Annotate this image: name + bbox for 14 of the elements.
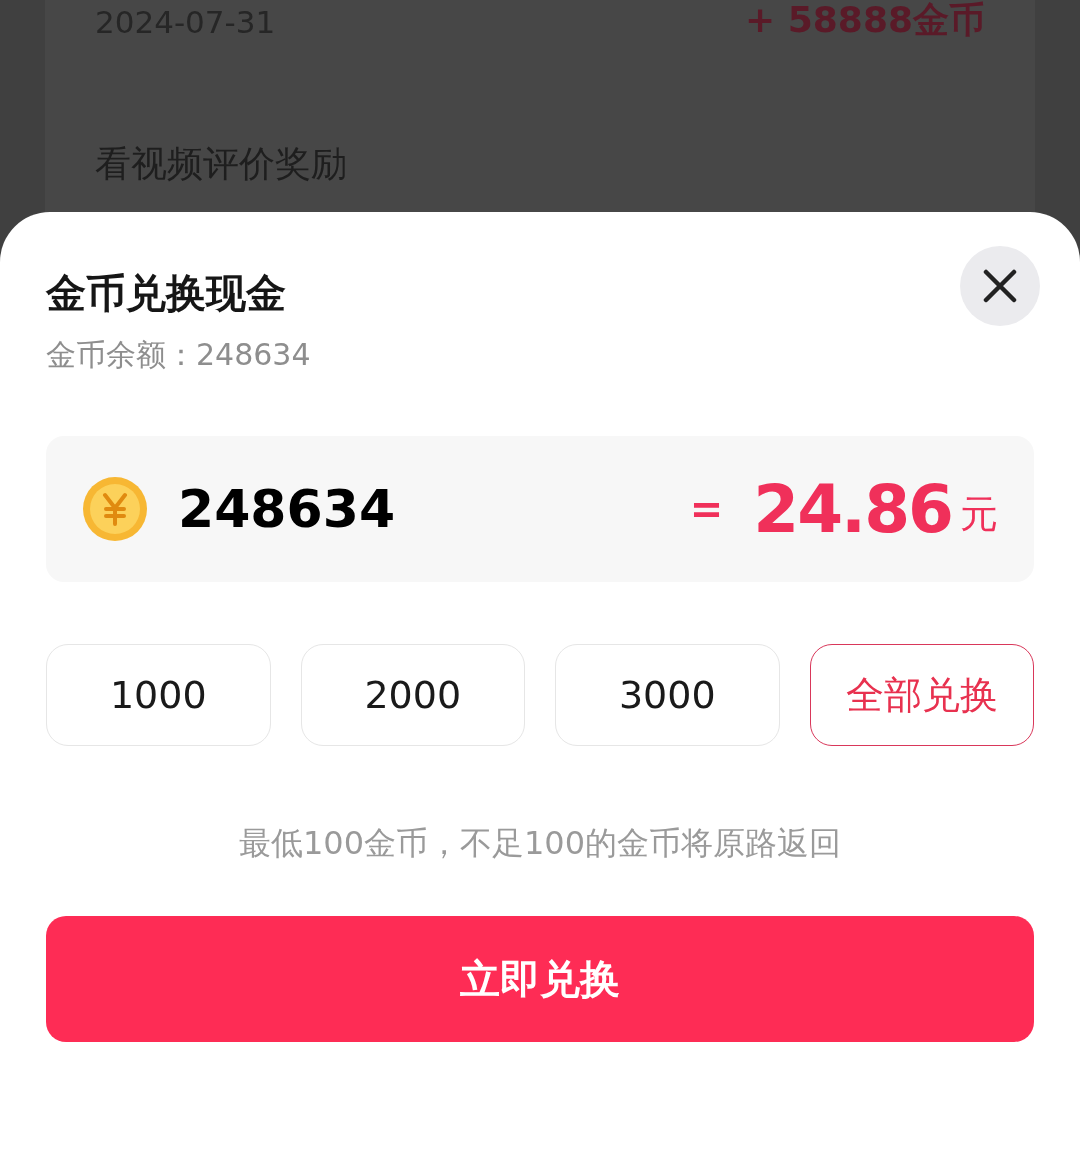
coin-icon (82, 476, 148, 542)
coin-amount: 248634 (178, 479, 396, 539)
currency-unit: 元 (960, 490, 998, 538)
amount-option[interactable]: 2000 (300, 644, 525, 746)
exchange-button[interactable]: 立即兑换 (46, 916, 1034, 1042)
note-text: 最低100金币，不足100的金币将原路返回 (237, 823, 843, 864)
sheet-title: 金币兑换现金 (46, 269, 287, 318)
amount-option[interactable]: 3000 (555, 644, 780, 746)
amount-option[interactable]: 1000 (46, 644, 271, 746)
close-icon (983, 269, 1017, 303)
cash-amount: 24.86 (753, 470, 952, 548)
amount-option[interactable]: 全部兑换 (809, 644, 1034, 746)
balance-text: 金币余额：248634 (46, 336, 311, 374)
equals-sign: = (689, 486, 724, 532)
